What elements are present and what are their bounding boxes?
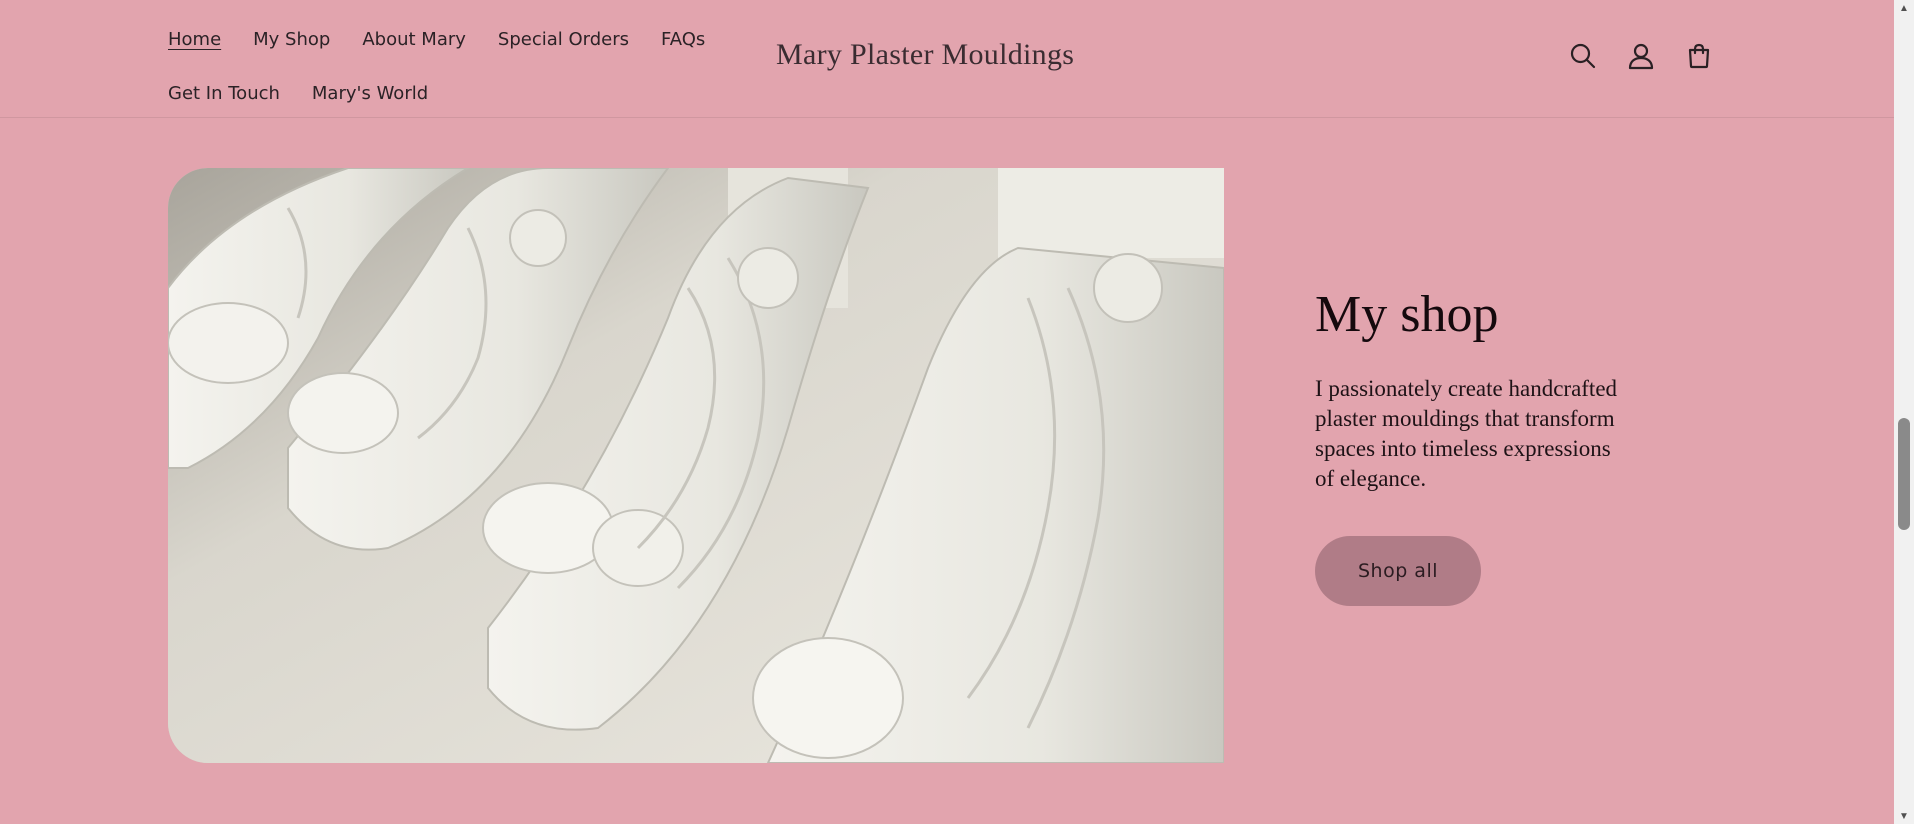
- nav-row-1: Home My Shop About Mary Special Orders F…: [168, 12, 748, 66]
- vertical-scrollbar[interactable]: ▲ ▼: [1894, 0, 1914, 824]
- scrollbar-thumb[interactable]: [1898, 418, 1910, 530]
- search-icon[interactable]: [1567, 40, 1599, 72]
- scroll-up-arrow-icon[interactable]: ▲: [1894, 0, 1914, 16]
- scroll-down-arrow-icon[interactable]: ▼: [1894, 808, 1914, 824]
- main-nav: Home My Shop About Mary Special Orders F…: [168, 12, 748, 120]
- nav-item-faqs[interactable]: FAQs: [661, 29, 705, 50]
- header-icons: [1567, 40, 1715, 72]
- nav-row-2: Get In Touch Mary's World: [168, 66, 748, 120]
- nav-item-home[interactable]: Home: [168, 29, 221, 50]
- nav-item-my-shop[interactable]: My Shop: [253, 29, 330, 50]
- shop-all-button[interactable]: Shop all: [1315, 536, 1481, 606]
- shop-hero-text: My shop I passionately create handcrafte…: [1315, 285, 1635, 606]
- account-icon[interactable]: [1625, 40, 1657, 72]
- cart-icon[interactable]: [1683, 40, 1715, 72]
- page-title: My shop: [1315, 286, 1499, 343]
- nav-item-get-in-touch[interactable]: Get In Touch: [168, 83, 280, 104]
- shop-description: I passionately create handcrafted plaste…: [1315, 376, 1618, 491]
- nav-item-about-mary[interactable]: About Mary: [362, 29, 466, 50]
- plaster-corbels-image: [168, 168, 1224, 763]
- site-header: Home My Shop About Mary Special Orders F…: [0, 0, 1894, 118]
- nav-item-special-orders[interactable]: Special Orders: [498, 29, 629, 50]
- brand-logo-text[interactable]: Mary Plaster Mouldings: [776, 38, 1074, 72]
- nav-item-marys-world[interactable]: Mary's World: [312, 83, 428, 104]
